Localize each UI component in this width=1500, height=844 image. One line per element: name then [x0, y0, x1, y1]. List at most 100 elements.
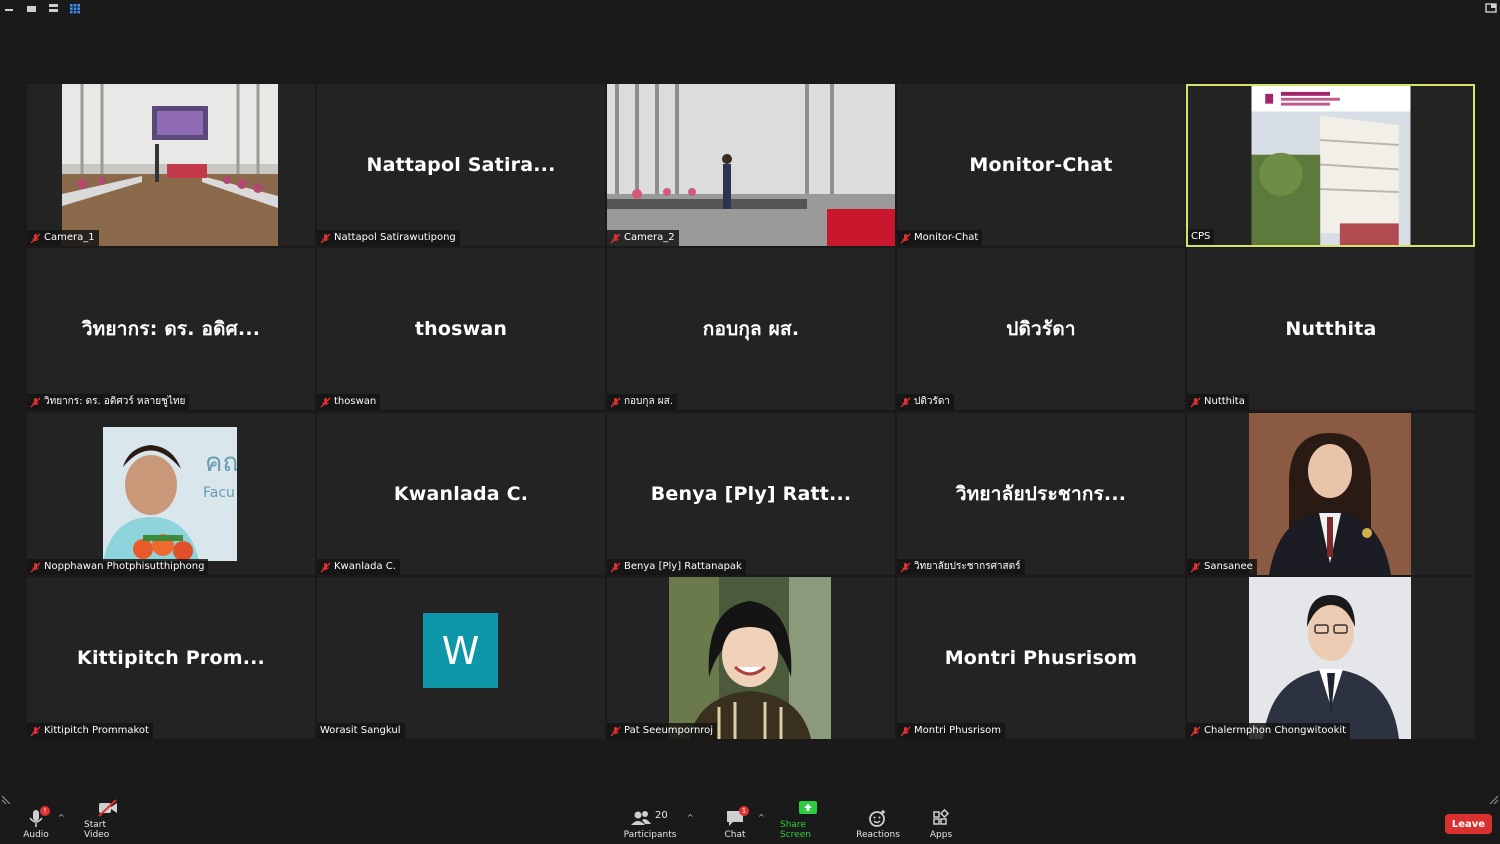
video-tile-camera-2[interactable]: Camera_2	[607, 84, 895, 246]
mic-muted-icon	[1190, 726, 1201, 736]
mic-muted-icon	[1190, 397, 1201, 407]
warning-badge: !	[40, 806, 50, 816]
participants-button[interactable]: 20 Participants	[622, 805, 678, 844]
video-tile-camera-1[interactable]: Camera_1	[27, 84, 315, 246]
gallery-view-icon[interactable]	[69, 3, 81, 14]
participant-label: Monitor-Chat	[897, 230, 983, 246]
mic-muted-icon	[1190, 562, 1201, 572]
participants-options-caret-icon[interactable]: ^	[687, 813, 694, 822]
participant-name-display: thoswan	[414, 318, 508, 340]
video-tile-kobkul[interactable]: กอบกุล ผส. กอบกุล ผส.	[607, 248, 895, 410]
profile-photo	[1249, 577, 1411, 739]
apps-button[interactable]: Apps	[926, 805, 956, 844]
video-feed-building	[1251, 86, 1411, 245]
participant-label: Kittipitch Prommakot	[27, 723, 153, 739]
participant-label: Nutthita	[1187, 394, 1249, 410]
participant-name-display: Kittipitch Prom...	[77, 647, 265, 669]
participant-name-display: ปดิวรัดา	[1006, 318, 1076, 340]
resize-handle-icon[interactable]	[2, 794, 12, 804]
unread-badge: 1	[739, 806, 749, 816]
avatar: W	[423, 613, 498, 688]
participant-label: Chalermphon Chongwitookit	[1187, 723, 1351, 739]
profile-photo	[669, 577, 831, 739]
video-gallery: Camera_1 Nattapol Satira... Nattapol Sat…	[27, 84, 1475, 739]
video-tile-monitor-chat[interactable]: Monitor-Chat Monitor-Chat	[897, 84, 1185, 246]
audio-options-caret-icon[interactable]: ^	[58, 813, 65, 822]
minimize-icon[interactable]	[4, 3, 14, 14]
video-tile-thoswan[interactable]: thoswan thoswan	[317, 248, 605, 410]
meeting-toolbar: ! Audio ^ Start Video 20 Participants ^ …	[0, 799, 1500, 844]
video-tile-sansanee[interactable]: Sansanee	[1187, 413, 1475, 575]
chat-button[interactable]: 1 Chat	[720, 805, 750, 844]
share-screen-icon	[799, 801, 817, 814]
apps-icon	[933, 808, 950, 825]
participant-name-display: Nattapol Satira...	[366, 154, 556, 176]
video-tile-kittipitch[interactable]: Kittipitch Prom... Kittipitch Prommakot	[27, 577, 315, 739]
participant-label: Benya [Ply] Rattanapak	[607, 559, 746, 575]
chat-options-caret-icon[interactable]: ^	[758, 813, 765, 822]
participant-name-display: Kwanlada C.	[393, 483, 529, 505]
audio-button[interactable]: ! Audio	[18, 805, 54, 844]
participant-count: 20	[655, 810, 668, 821]
participant-label: Montri Phusrisom	[897, 723, 1005, 739]
mic-muted-icon	[900, 562, 911, 572]
svg-text:Facu: Facu	[203, 485, 235, 501]
participant-label: กอบกุล ผส.	[607, 394, 677, 410]
video-tile-kwanlada[interactable]: Kwanlada C. Kwanlada C.	[317, 413, 605, 575]
participant-label: Kwanlada C.	[317, 559, 400, 575]
profile-photo	[1249, 413, 1411, 575]
participant-label: Sansanee	[1187, 559, 1257, 575]
profile-photo: คณ Facu	[103, 427, 237, 561]
mic-muted-icon	[30, 397, 41, 407]
reactions-button[interactable]: Reactions	[856, 805, 900, 844]
resize-handle-icon[interactable]	[1488, 794, 1498, 804]
video-tile-nutthita[interactable]: Nutthita Nutthita	[1187, 248, 1475, 410]
participant-label: Camera_1	[27, 230, 99, 246]
start-video-button[interactable]: Start Video	[84, 799, 132, 844]
video-off-icon	[98, 799, 117, 817]
mic-muted-icon	[30, 233, 41, 243]
participant-name-display: วิทยากร: ดร. อดิศ...	[81, 318, 261, 340]
participant-name-display: วิทยาลัยประชากร...	[955, 483, 1127, 505]
speaker-view-icon[interactable]	[26, 3, 37, 14]
mic-muted-icon	[30, 726, 41, 736]
mic-muted-icon	[900, 233, 911, 243]
video-tile-cps-active-speaker[interactable]: CPS	[1186, 84, 1475, 247]
mic-muted-icon	[320, 397, 331, 407]
leave-button[interactable]: Leave	[1445, 814, 1492, 834]
video-tile-population-college[interactable]: วิทยาลัยประชากร... วิทยาลัยประชากรศาสตร์	[897, 413, 1185, 575]
list-view-icon[interactable]	[48, 3, 59, 14]
video-tile-nattapol[interactable]: Nattapol Satira... Nattapol Satirawutipo…	[317, 84, 605, 246]
video-tile-nopphawan[interactable]: คณ Facu Nopphawan Photphisutthiphong	[27, 413, 315, 575]
exit-fullscreen-icon[interactable]	[1485, 3, 1497, 14]
participant-label: ปดิวรัดา	[897, 394, 954, 410]
video-feed-lecture-hall	[607, 84, 895, 246]
mic-muted-icon	[30, 562, 41, 572]
mic-muted-icon	[610, 726, 621, 736]
video-tile-benya[interactable]: Benya [Ply] Ratt... Benya [Ply] Rattanap…	[607, 413, 895, 575]
video-feed-classroom	[62, 84, 278, 246]
mic-muted-icon	[320, 233, 331, 243]
top-bar	[0, 0, 1500, 18]
participant-label: วิทยาลัยประชากรศาสตร์	[897, 559, 1025, 575]
participant-name-display: Montri Phusrisom	[944, 647, 1138, 669]
video-tile-worasit[interactable]: W Worasit Sangkul	[317, 577, 605, 739]
participant-name-display: Monitor-Chat	[969, 154, 1113, 176]
participant-label: Worasit Sangkul	[317, 723, 405, 739]
mic-muted-icon	[320, 562, 331, 572]
mic-muted-icon	[610, 397, 621, 407]
mic-muted-icon	[900, 726, 911, 736]
mic-muted-icon	[900, 397, 911, 407]
participant-name-display: กอบกุล ผส.	[702, 318, 800, 340]
video-tile-speaker-adisorn[interactable]: วิทยากร: ดร. อดิศ... วิทยากร: ดร. อดิศวร…	[27, 248, 315, 410]
video-tile-chalermphon[interactable]: Chalermphon Chongwitookit	[1187, 577, 1475, 739]
participant-label: thoswan	[317, 394, 381, 410]
participant-label: CPS	[1188, 229, 1215, 245]
share-screen-button[interactable]: Share Screen	[780, 801, 836, 844]
video-tile-montri[interactable]: Montri Phusrisom Montri Phusrisom	[897, 577, 1185, 739]
video-tile-padiwarada[interactable]: ปดิวรัดา ปดิวรัดา	[897, 248, 1185, 410]
video-tile-pat[interactable]: Pat Seeumpornroj	[607, 577, 895, 739]
participants-icon	[631, 811, 651, 825]
participant-name-display: Benya [Ply] Ratt...	[650, 483, 852, 505]
reactions-icon	[869, 810, 885, 827]
